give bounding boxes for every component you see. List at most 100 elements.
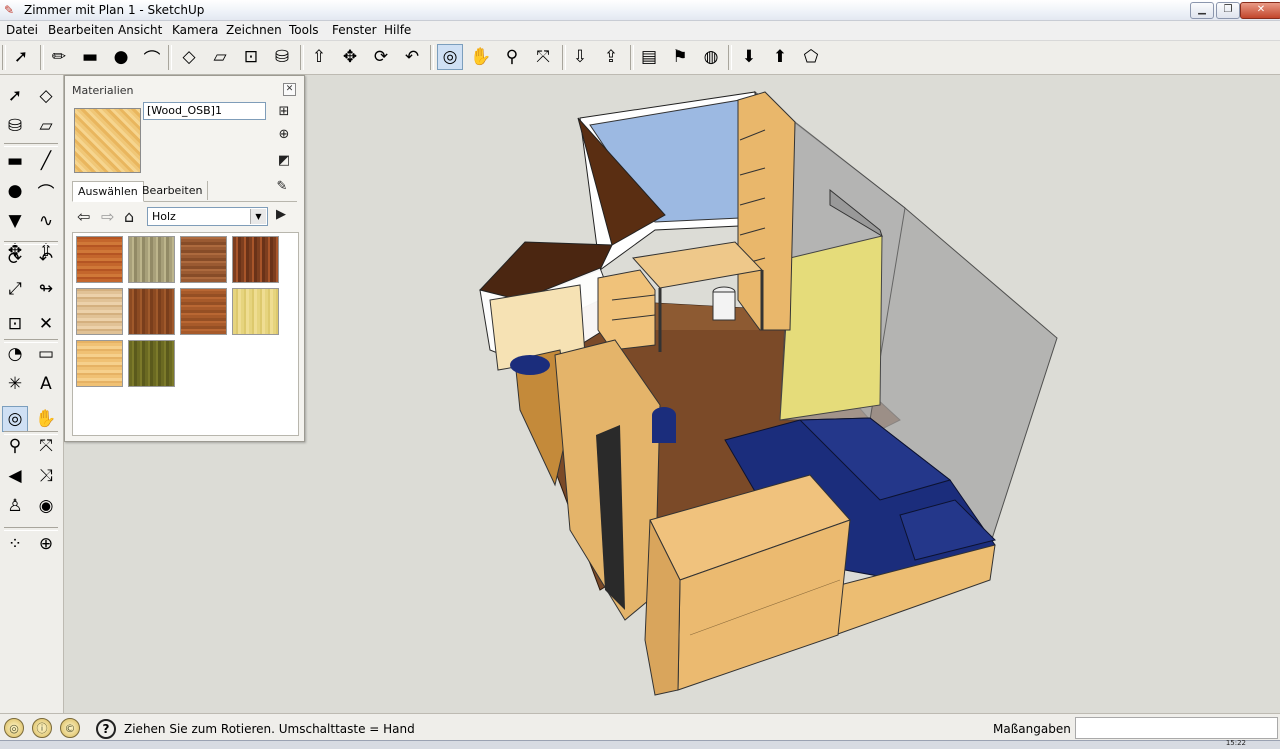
home-icon[interactable]: ⌂ [124,207,134,226]
follow-me-icon[interactable]: ↶ [33,246,59,272]
zoom-extents-icon[interactable]: ⤨ [33,463,59,489]
zoom-extents-icon[interactable]: ⤧ [530,44,556,70]
menu-zeichnen[interactable]: Zeichnen [226,23,282,37]
arc-icon[interactable]: ⌒ [139,44,165,70]
toggle-terrain-icon[interactable]: ⬆ [767,44,793,70]
wood-swatch-1[interactable] [76,236,123,283]
pan-icon[interactable]: ✋ [33,406,59,432]
menu-hilfe[interactable]: Hilfe [384,23,411,37]
menu-ansicht[interactable]: Ansicht [118,23,162,37]
eyedropper-icon[interactable]: ✎ [273,178,291,196]
3d-text-icon[interactable]: A [33,371,59,397]
line-icon[interactable]: ╱ [33,148,59,174]
create-material-icon[interactable]: ⊞ [275,103,293,121]
wood-swatch-8[interactable] [232,288,279,335]
materials-panel: Materialien ✕ [Wood_OSB]1 ⊞ ⊕ ◩ Auswähle… [64,75,305,442]
wood-swatch-2[interactable] [128,236,175,283]
paint-bucket-icon[interactable]: ⛁ [269,44,295,70]
maximize-button[interactable]: ❐ [1216,2,1240,19]
zoom-icon[interactable]: ⚲ [2,433,28,459]
place-model-icon[interactable]: ⚑ [667,44,693,70]
wood-swatch-7[interactable] [180,288,227,335]
photo-texture-icon[interactable]: ⬠ [798,44,824,70]
eraser-icon[interactable]: ▱ [33,113,59,139]
wood-swatch-5[interactable] [76,288,123,335]
follow-me-icon[interactable]: ↶ [399,44,425,70]
walk-icon[interactable]: ⁘ [2,531,28,557]
orbit-icon[interactable]: ◎ [437,44,463,70]
panel-close-button[interactable]: ✕ [283,83,296,96]
make-component-icon[interactable]: ◇ [176,44,202,70]
rectangle-icon[interactable]: ▬ [2,148,28,174]
share-model-icon[interactable]: ⇪ [598,44,624,70]
back-arrow-icon[interactable]: ⇦ [77,207,90,226]
minimize-button[interactable]: ▁ [1190,2,1214,19]
get-current-view-icon[interactable]: ⬇ [736,44,762,70]
material-swatch-grid [72,232,299,436]
circle-icon[interactable]: ● [2,178,28,204]
paint-bucket-icon[interactable]: ⛁ [2,113,28,139]
menu-kamera[interactable]: Kamera [172,23,218,37]
look-around-icon[interactable]: ◉ [33,493,59,519]
rectangle-icon[interactable]: ▬ [77,44,103,70]
select-icon[interactable]: ➚ [2,83,28,109]
pan-icon[interactable]: ✋ [468,44,494,70]
components-icon[interactable]: ▤ [636,44,662,70]
help-icon[interactable]: ? [96,719,116,739]
geo-location-icon[interactable]: ◎ [4,718,24,738]
pencil-icon[interactable]: ✏ [46,44,72,70]
details-arrow-icon[interactable]: ▶ [276,207,286,222]
zoom-icon[interactable]: ⚲ [499,44,525,70]
wood-swatch-9[interactable] [76,340,123,387]
zoom-window-icon[interactable]: ⤧ [33,433,59,459]
menu-fenster[interactable]: Fenster [332,23,377,37]
tape-measure-icon[interactable]: ⊡ [238,44,264,70]
material-name-field[interactable]: [Wood_OSB]1 [143,102,266,120]
circle-icon[interactable]: ● [108,44,134,70]
tape-measure-icon[interactable]: ⊡ [2,311,28,337]
push-pull-icon[interactable]: ⇧ [306,44,332,70]
move-icon[interactable]: ✥ [337,44,363,70]
make-component-icon[interactable]: ◇ [33,83,59,109]
material-collection-select[interactable]: Holz ▼ [147,207,268,226]
current-material-preview[interactable] [74,108,141,173]
orbit-icon[interactable]: ◎ [2,406,28,432]
freehand-icon[interactable]: ∿ [33,208,59,234]
tab-auswaehlen[interactable]: Auswählen [72,181,144,202]
menu-tools[interactable]: Tools [289,23,319,37]
rotate-icon[interactable]: ⟳ [2,246,28,272]
google-earth-icon[interactable]: ◍ [698,44,724,70]
wood-swatch-10[interactable] [128,340,175,387]
menu-bearbeiten[interactable]: Bearbeiten [48,23,114,37]
wood-swatch-4[interactable] [232,236,279,283]
measurements-input[interactable] [1075,717,1278,739]
wood-swatch-3[interactable] [180,236,227,283]
text-icon[interactable]: ▭ [33,341,59,367]
scale-icon[interactable]: ⤢ [2,276,28,302]
protractor-icon[interactable]: ◔ [2,341,28,367]
position-camera-icon[interactable]: ♙ [2,493,28,519]
default-material-icon[interactable]: ◩ [275,152,293,170]
axes-icon[interactable]: ✳ [2,371,28,397]
offset-icon[interactable]: ↬ [33,276,59,302]
toolbar-separator [630,45,634,70]
toolbar-separator [4,527,58,531]
arc-icon[interactable]: ⌒ [33,178,59,204]
tab-bearbeiten[interactable]: Bearbeiten [137,181,209,200]
credits-icon[interactable]: ⓘ [32,718,52,738]
previous-view-icon[interactable]: ◀ [2,463,28,489]
dimension-icon[interactable]: ✕ [33,311,59,337]
rotate-icon[interactable]: ⟳ [368,44,394,70]
eraser-icon[interactable]: ▱ [207,44,233,70]
polygon-icon[interactable]: ▼ [2,208,28,234]
section-plane-icon[interactable]: ⊕ [33,531,59,557]
menu-datei[interactable]: Datei [6,23,38,37]
license-icon[interactable]: © [60,718,80,738]
close-button[interactable]: ✕ [1240,2,1280,19]
sketchup-app-icon[interactable]: ✎ [4,3,14,17]
select-icon[interactable]: ➚ [8,44,34,70]
wood-swatch-6[interactable] [128,288,175,335]
display-secondary-selection-icon[interactable]: ⊕ [275,126,293,144]
get-models-icon[interactable]: ⇩ [567,44,593,70]
forward-arrow-icon[interactable]: ⇨ [101,207,114,226]
